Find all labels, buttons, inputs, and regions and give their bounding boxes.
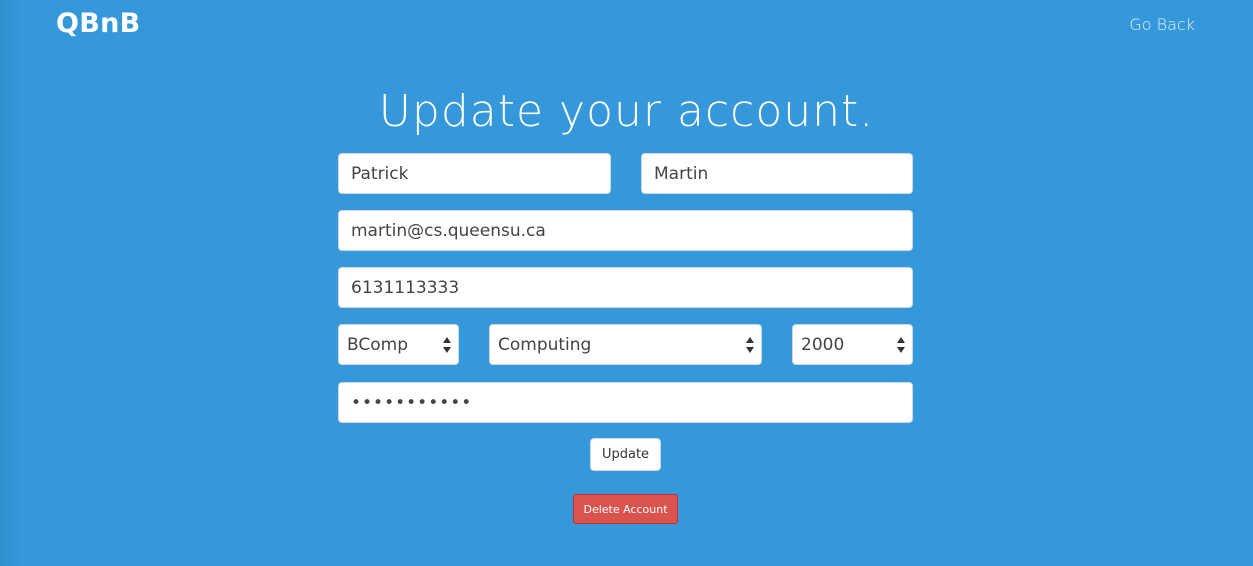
brand-logo[interactable]: QBnB: [56, 8, 141, 39]
go-back-link[interactable]: Go Back: [1129, 15, 1195, 34]
first-name-input[interactable]: [338, 153, 611, 194]
faculty-select-value: Computing: [498, 334, 592, 355]
delete-account-button[interactable]: Delete Account: [573, 494, 678, 524]
faculty-select[interactable]: Computing: [489, 324, 762, 365]
select-arrows-icon: [897, 337, 905, 353]
select-arrows-icon: [443, 337, 451, 353]
page-edge-shade: [0, 0, 22, 566]
page-title: Update your account.: [378, 86, 875, 137]
update-button[interactable]: Update: [590, 438, 661, 471]
last-name-input[interactable]: [641, 153, 913, 194]
degree-select-value: BComp: [347, 334, 408, 355]
year-select[interactable]: 2000: [792, 324, 913, 365]
phone-input[interactable]: [338, 267, 913, 308]
select-arrows-icon: [746, 337, 754, 353]
year-select-value: 2000: [801, 334, 845, 355]
degree-select[interactable]: BComp: [338, 324, 459, 365]
email-input[interactable]: [338, 210, 913, 251]
password-input[interactable]: [338, 382, 913, 423]
